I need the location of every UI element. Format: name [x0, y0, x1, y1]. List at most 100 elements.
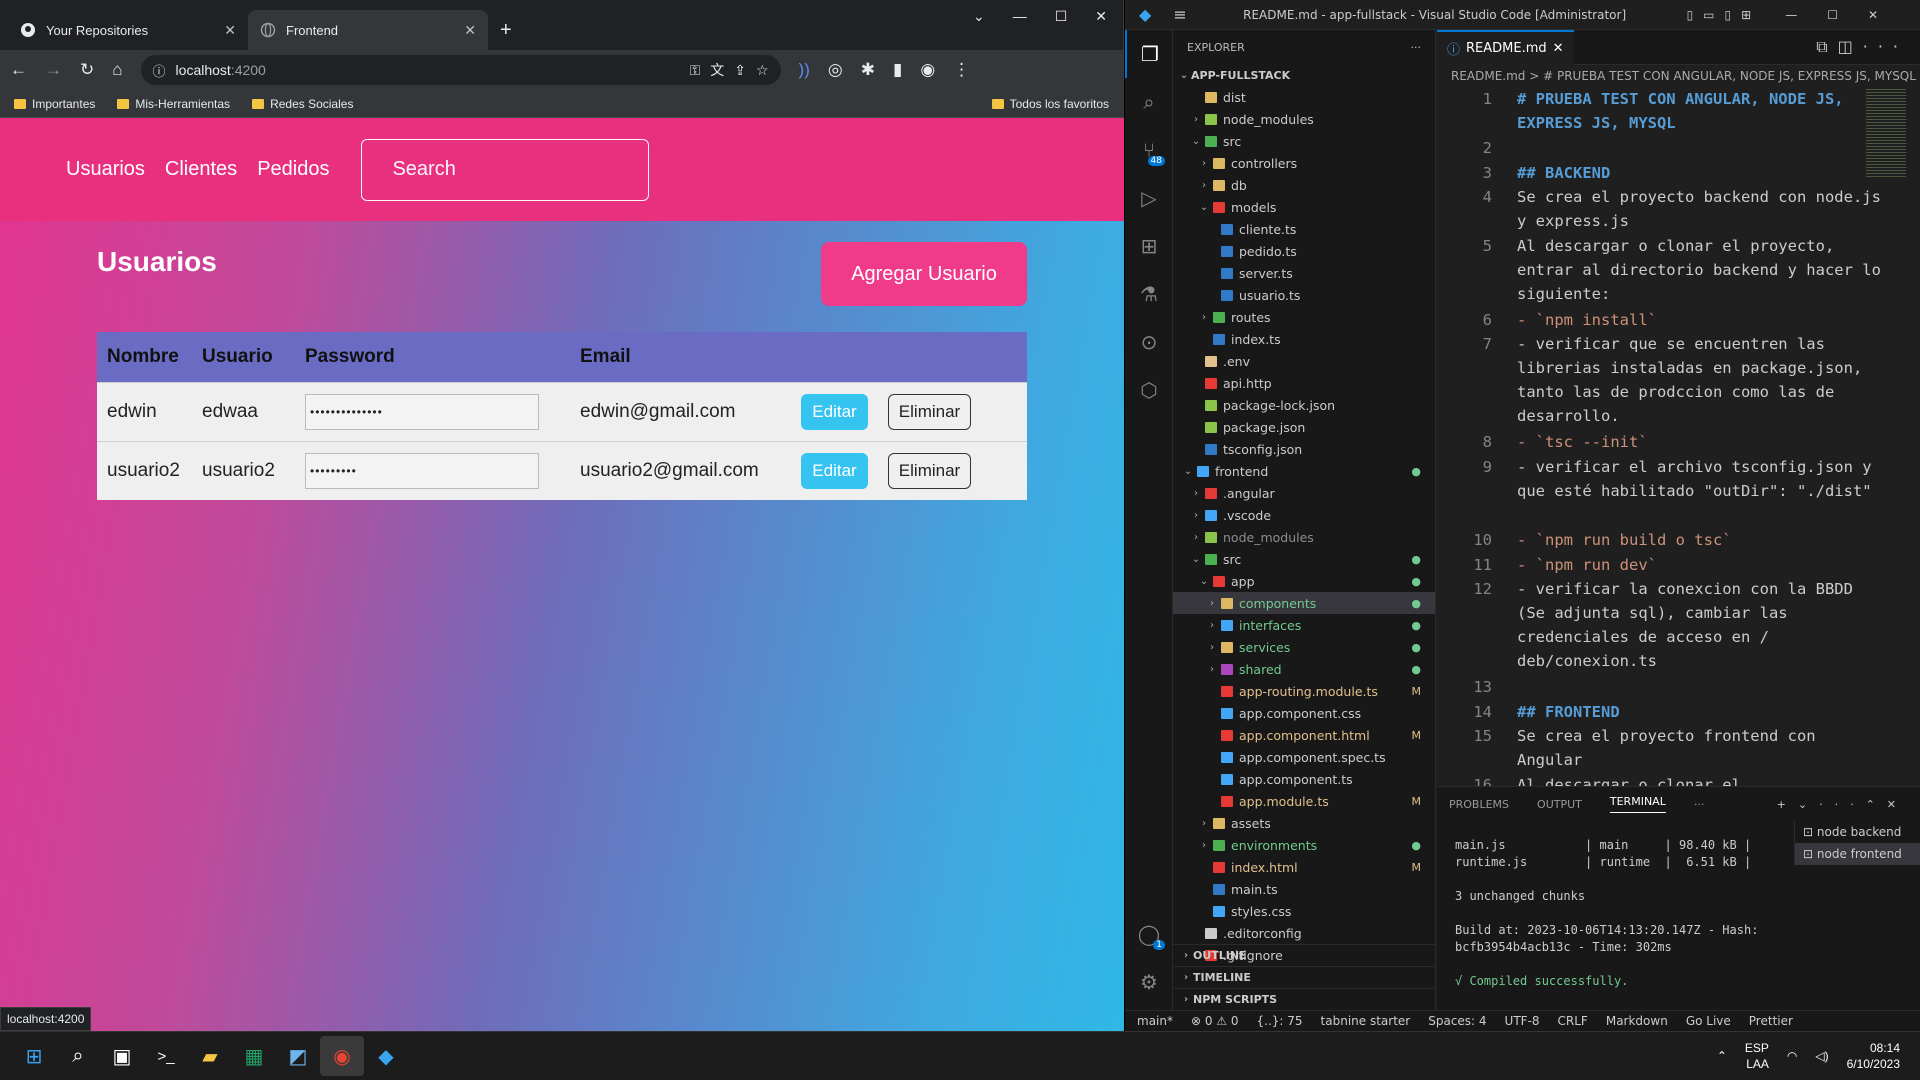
- tree-item[interactable]: styles.css: [1173, 900, 1435, 922]
- minimize-icon[interactable]: —: [1013, 8, 1027, 25]
- section-npm-scripts[interactable]: › NPM SCRIPTS: [1173, 988, 1435, 1010]
- status-encoding[interactable]: UTF-8: [1505, 1014, 1540, 1028]
- forward-icon[interactable]: →: [45, 60, 62, 80]
- paint-icon[interactable]: ◩: [276, 1036, 320, 1076]
- task-view-icon[interactable]: ▣: [100, 1036, 144, 1076]
- language-indicator[interactable]: ESP LAA: [1745, 1040, 1769, 1072]
- tree-item[interactable]: package.json: [1173, 416, 1435, 438]
- close-tab-icon[interactable]: ✕: [224, 22, 236, 39]
- workspace-root[interactable]: ⌄ APP-FULLSTACK: [1173, 64, 1435, 86]
- status-go-live[interactable]: Go Live: [1686, 1014, 1731, 1028]
- tree-item[interactable]: pedido.ts: [1173, 240, 1435, 262]
- key-icon[interactable]: ⚿: [690, 62, 701, 79]
- status-indent[interactable]: Spaces: 4: [1428, 1014, 1486, 1028]
- window-controls[interactable]: —☐✕: [1773, 8, 1920, 22]
- wifi-icon[interactable]: ◠: [1787, 1049, 1797, 1063]
- testing-icon[interactable]: ⚗: [1125, 270, 1173, 318]
- tree-item[interactable]: › shared ●: [1173, 658, 1435, 680]
- volume-icon[interactable]: ◁): [1815, 1049, 1828, 1063]
- tab-frontend[interactable]: Frontend ✕: [248, 10, 488, 50]
- tree-item[interactable]: main.ts: [1173, 878, 1435, 900]
- search-input[interactable]: Search: [361, 138, 650, 201]
- tree-item[interactable]: › routes: [1173, 306, 1435, 328]
- tree-item[interactable]: › assets: [1173, 812, 1435, 834]
- editor-actions-icons[interactable]: ⧉◫···: [1816, 37, 1920, 57]
- status-problems[interactable]: ⊗ 0 ⚠ 0: [1191, 1014, 1239, 1028]
- tree-item[interactable]: package-lock.json: [1173, 394, 1435, 416]
- terminal-output[interactable]: main.js | main | 98.40 kB | runtime.js | …: [1455, 837, 1775, 990]
- accounts-icon[interactable]: ◯ 1: [1125, 910, 1173, 958]
- tree-item[interactable]: › services ●: [1173, 636, 1435, 658]
- tree-item[interactable]: usuario.ts: [1173, 284, 1435, 306]
- chevron-up-icon[interactable]: ⌃: [1717, 1049, 1727, 1063]
- explorer-icon[interactable]: ❐: [1125, 30, 1173, 78]
- profile-avatar-icon[interactable]: ◉: [920, 60, 935, 80]
- reload-icon[interactable]: ↻: [80, 60, 94, 80]
- nav-pedidos[interactable]: Pedidos: [257, 158, 329, 181]
- tree-item[interactable]: ⌄ frontend ●: [1173, 460, 1435, 482]
- clock[interactable]: 08:14 6/10/2023: [1847, 1040, 1900, 1072]
- terminal-item[interactable]: ⊡ node frontend: [1795, 843, 1920, 865]
- tree-item[interactable]: app.module.ts M: [1173, 790, 1435, 812]
- share-icon[interactable]: ⇪: [734, 62, 746, 79]
- vscode-taskbar-icon[interactable]: ◆: [364, 1036, 408, 1076]
- tree-item[interactable]: app.component.css: [1173, 702, 1435, 724]
- tree-item[interactable]: › environments ●: [1173, 834, 1435, 856]
- bookmark-folder[interactable]: Mis-Herramientas: [117, 97, 230, 111]
- tree-item[interactable]: cliente.ts: [1173, 218, 1435, 240]
- more-icon[interactable]: ···: [1694, 798, 1705, 811]
- tree-item[interactable]: app.component.html M: [1173, 724, 1435, 746]
- nav-clientes[interactable]: Clientes: [165, 158, 237, 181]
- tree-item[interactable]: server.ts: [1173, 262, 1435, 284]
- delete-button[interactable]: Eliminar: [888, 394, 971, 430]
- menu-kebab-icon[interactable]: ⋮: [953, 60, 970, 80]
- edit-button[interactable]: Editar: [801, 453, 868, 489]
- terminal-app-icon[interactable]: >_: [144, 1036, 188, 1076]
- status-eol[interactable]: CRLF: [1558, 1014, 1588, 1028]
- new-tab-icon[interactable]: +: [500, 19, 512, 42]
- tab-your-repositories[interactable]: Your Repositories ✕: [8, 10, 248, 50]
- tree-item[interactable]: › .angular: [1173, 482, 1435, 504]
- tree-item[interactable]: .editorconfig: [1173, 922, 1435, 944]
- tree-item[interactable]: ⌄ models: [1173, 196, 1435, 218]
- extension-wave-icon[interactable]: )): [799, 60, 810, 80]
- tree-item[interactable]: ⌄ src ●: [1173, 548, 1435, 570]
- close-tab-icon[interactable]: ✕: [464, 22, 476, 39]
- status-braces[interactable]: {..}: 75: [1257, 1014, 1303, 1028]
- tree-item[interactable]: › db: [1173, 174, 1435, 196]
- status-branch[interactable]: main*: [1137, 1014, 1173, 1028]
- tree-item[interactable]: app.component.ts: [1173, 768, 1435, 790]
- tree-item[interactable]: › controllers: [1173, 152, 1435, 174]
- tree-item[interactable]: › interfaces ●: [1173, 614, 1435, 636]
- tree-item[interactable]: app-routing.module.ts M: [1173, 680, 1435, 702]
- back-icon[interactable]: ←: [10, 60, 27, 80]
- extension-ring-icon[interactable]: ◎: [828, 60, 843, 80]
- minimap[interactable]: [1866, 87, 1906, 177]
- tab-search-icon[interactable]: ⌄: [973, 8, 985, 25]
- tree-item[interactable]: tsconfig.json: [1173, 438, 1435, 460]
- extensions-icon[interactable]: ⊞: [1125, 222, 1173, 270]
- source-control-icon[interactable]: ⑂ 48: [1125, 126, 1173, 174]
- tree-item[interactable]: ⌄ app ●: [1173, 570, 1435, 592]
- tree-item[interactable]: › .vscode: [1173, 504, 1435, 526]
- git-graph-icon[interactable]: ⊙: [1125, 318, 1173, 366]
- nav-usuarios[interactable]: Usuarios: [66, 158, 145, 181]
- editor-tab-readme[interactable]: ⓘ README.md ✕: [1437, 29, 1574, 65]
- status-language[interactable]: Markdown: [1606, 1014, 1668, 1028]
- search-icon[interactable]: ⌕: [56, 1036, 100, 1076]
- tree-item[interactable]: › node_modules: [1173, 108, 1435, 130]
- tree-item[interactable]: ⌄ src: [1173, 130, 1435, 152]
- panel-actions-icons[interactable]: +⌄···⌃✕: [1777, 798, 1920, 811]
- section-timeline[interactable]: › TIMELINE: [1173, 966, 1435, 988]
- tab-terminal[interactable]: TERMINAL: [1609, 795, 1666, 813]
- breadcrumb[interactable]: README.md > # PRUEBA TEST CON ANGULAR, N…: [1437, 65, 1920, 87]
- home-icon[interactable]: ⌂: [112, 60, 122, 80]
- tab-output[interactable]: OUTPUT: [1537, 798, 1582, 811]
- close-tab-icon[interactable]: ✕: [1553, 41, 1564, 56]
- password-field[interactable]: •••••••••: [305, 453, 539, 489]
- tree-item[interactable]: › node_modules: [1173, 526, 1435, 548]
- translate-icon[interactable]: 文: [710, 60, 724, 80]
- start-icon[interactable]: ⊞: [12, 1036, 56, 1076]
- tree-item[interactable]: app.component.spec.ts: [1173, 746, 1435, 768]
- password-field[interactable]: ••••••••••••••: [305, 394, 539, 430]
